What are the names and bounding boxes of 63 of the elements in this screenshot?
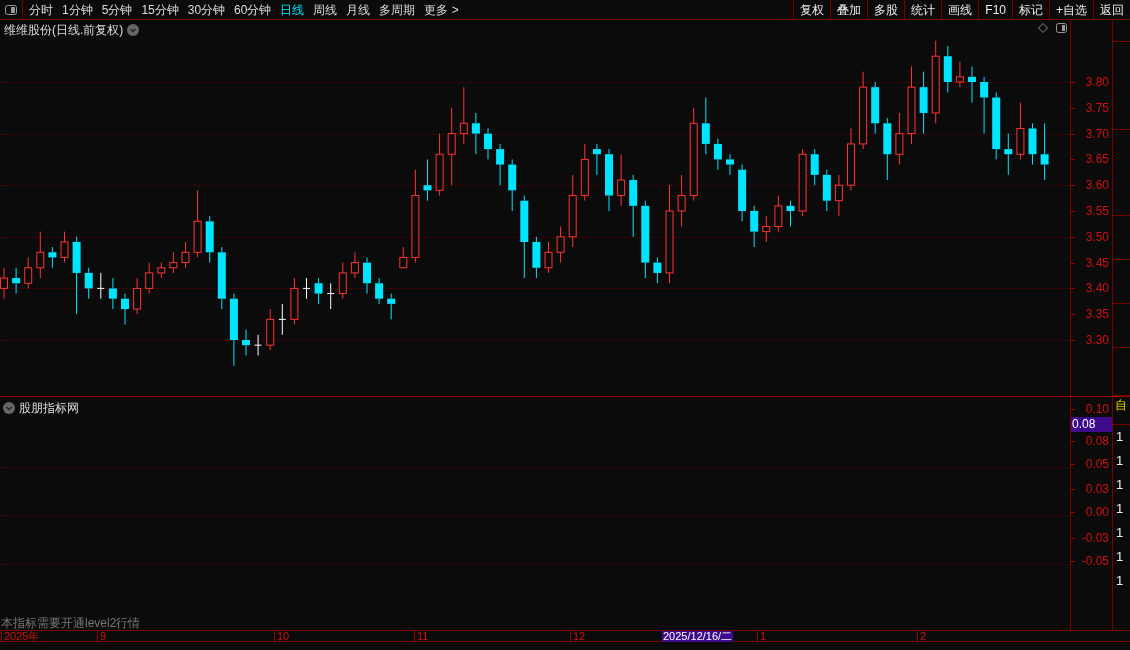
toolbar-button[interactable]: F10 xyxy=(978,0,1012,20)
toolbar-button[interactable]: 多股 xyxy=(867,0,905,20)
date-axis-label: 2025/12/16/二 xyxy=(662,631,734,642)
toolbar-button[interactable]: 标记 xyxy=(1012,0,1049,20)
period-tab[interactable]: 分时 xyxy=(29,0,53,19)
period-tab[interactable]: 更多 > xyxy=(424,0,459,19)
toolbar-button[interactable]: +自选 xyxy=(1049,0,1093,20)
period-tab[interactable]: 15分钟 xyxy=(141,0,179,19)
side-row-text: 1 xyxy=(1115,572,1125,590)
panel-toggle-icon[interactable] xyxy=(1056,23,1067,33)
date-axis-label: 2 xyxy=(917,631,927,642)
value-axis-label: -0.05 xyxy=(1081,554,1109,568)
price-axis-label: 3.55 xyxy=(1085,204,1109,218)
toolbar-button[interactable]: 统计 xyxy=(904,0,942,20)
price-axis-label: 3.45 xyxy=(1085,255,1109,270)
period-tab[interactable]: 多周期 xyxy=(379,0,416,19)
period-tab[interactable]: 日线 xyxy=(280,0,305,19)
dropdown-icon[interactable] xyxy=(3,402,15,414)
period-tab[interactable]: 30分钟 xyxy=(187,0,226,19)
panel-toggle-icon[interactable] xyxy=(5,4,17,15)
value-axis-label: 0.08 xyxy=(1085,434,1109,448)
value-axis-label: 0.00 xyxy=(1085,505,1109,519)
period-tab[interactable]: 月线 xyxy=(346,0,371,19)
price-axis-label: 3.70 xyxy=(1085,126,1109,141)
value-axis-label: 0.05 xyxy=(1085,457,1109,471)
price-axis-label: 3.35 xyxy=(1085,307,1109,322)
indicator-note: 本指标需要开通level2行情 xyxy=(0,616,142,630)
toolbar-button[interactable]: 返回 xyxy=(1093,0,1130,20)
price-axis-label: 3.60 xyxy=(1085,178,1109,193)
price-axis-label: 3.40 xyxy=(1085,281,1109,296)
indicator-title: 股朋指标网 xyxy=(19,400,79,417)
price-axis-label: 3.50 xyxy=(1085,229,1109,244)
side-row-text: 1 xyxy=(1115,524,1125,542)
period-tab[interactable]: 周线 xyxy=(313,0,338,19)
side-row-text: 1 xyxy=(1115,500,1125,518)
current-value-badge: 0.08 xyxy=(1071,417,1112,432)
side-row-text: 1 xyxy=(1115,428,1125,446)
side-row-text: 1 xyxy=(1115,476,1125,494)
period-tab[interactable]: 1分钟 xyxy=(62,0,93,19)
period-tab[interactable]: 60分钟 xyxy=(234,0,272,19)
diamond-icon[interactable] xyxy=(1038,23,1048,33)
toolbar-button[interactable]: 画线 xyxy=(941,0,979,20)
date-axis-label: 1 xyxy=(757,631,767,642)
price-axis-label: 3.30 xyxy=(1085,333,1109,347)
side-row-text: 1 xyxy=(1115,548,1125,566)
side-row-text: 1 xyxy=(1115,452,1125,470)
price-axis-label: 3.75 xyxy=(1085,100,1109,115)
dropdown-icon[interactable] xyxy=(127,24,140,36)
date-axis-label: 2025年 xyxy=(1,631,40,642)
value-axis-label: -0.03 xyxy=(1081,531,1109,545)
value-axis-label: 0.03 xyxy=(1085,482,1109,496)
chart-title: 维维股份(日线.前复权) xyxy=(4,22,124,39)
date-axis-label: 12 xyxy=(570,631,586,642)
toolbar-button[interactable]: 叠加 xyxy=(830,0,868,20)
price-axis-label: 3.65 xyxy=(1085,152,1109,167)
side-tab[interactable]: 自 xyxy=(1113,397,1130,414)
toolbar-button[interactable]: 复权 xyxy=(793,0,831,20)
period-tab[interactable]: 5分钟 xyxy=(101,0,133,19)
date-axis-label: 10 xyxy=(274,631,290,642)
value-axis-label: 0.10 xyxy=(1085,402,1109,416)
date-axis-label: 9 xyxy=(97,631,107,642)
date-axis-label: 11 xyxy=(414,631,429,642)
price-axis-label: 3.80 xyxy=(1085,75,1109,89)
